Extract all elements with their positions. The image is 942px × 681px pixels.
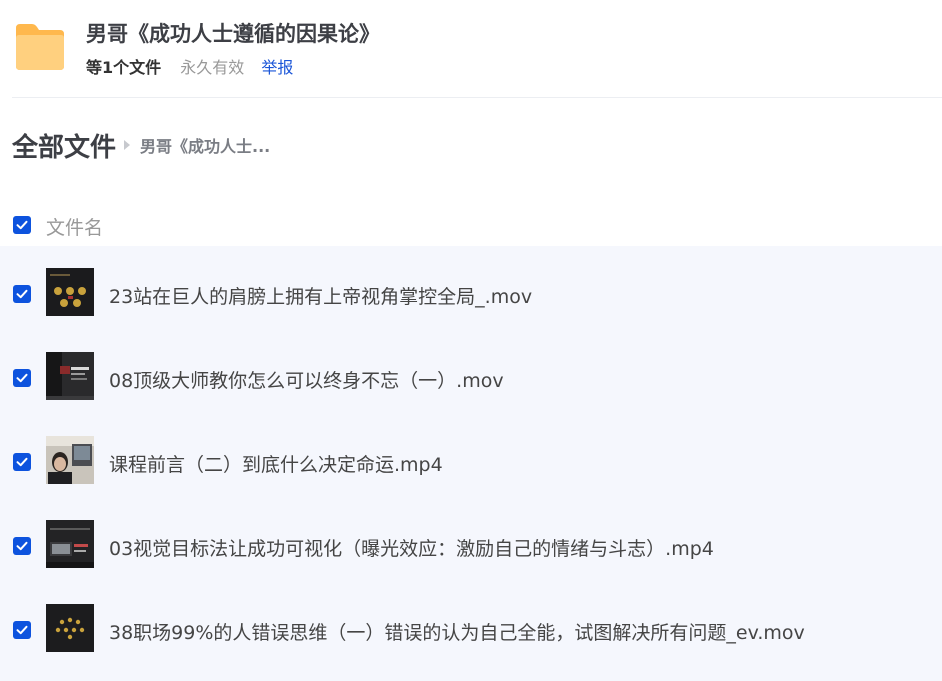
select-all-checkbox[interactable] xyxy=(13,216,31,234)
file-row[interactable]: 08顶级大师教你怎么可以终身不忘（一）.mov xyxy=(0,333,942,417)
check-icon xyxy=(16,457,28,467)
video-thumbnail xyxy=(46,520,94,568)
file-row[interactable]: 课程前言（二）到底什么决定命运.mp4 xyxy=(0,417,942,501)
file-name[interactable]: 03视觉目标法让成功可视化（曝光效应：激励自己的情绪与斗志）.mp4 xyxy=(109,534,714,561)
folder-icon xyxy=(16,24,64,70)
breadcrumb: 全部文件 男哥《成功人士... xyxy=(12,127,271,164)
file-row[interactable]: 03视觉目标法让成功可视化（曝光效应：激励自己的情绪与斗志）.mp4 xyxy=(0,501,942,585)
check-icon xyxy=(16,625,28,635)
check-icon xyxy=(16,289,28,299)
file-name[interactable]: 23站在巨人的肩膀上拥有上帝视角掌控全局_.mov xyxy=(109,282,532,309)
file-row[interactable]: 38职场99%的人错误思维（一）错误的认为自己全能，试图解决所有问题_ev.mo… xyxy=(0,585,942,669)
file-checkbox[interactable] xyxy=(13,369,31,387)
check-icon xyxy=(16,373,28,383)
breadcrumb-current: 男哥《成功人士... xyxy=(140,137,271,156)
list-header: 文件名 xyxy=(0,204,942,246)
file-name[interactable]: 08顶级大师教你怎么可以终身不忘（一）.mov xyxy=(109,366,504,393)
file-checkbox[interactable] xyxy=(13,621,31,639)
video-thumbnail xyxy=(46,352,94,400)
breadcrumb-root[interactable]: 全部文件 xyxy=(12,127,116,164)
file-checkbox[interactable] xyxy=(13,453,31,471)
file-list: 23站在巨人的肩膀上拥有上帝视角掌控全局_.mov 08顶级大师教你怎么可以终身… xyxy=(0,246,942,681)
video-thumbnail xyxy=(46,436,94,484)
validity-label: 永久有效 xyxy=(180,58,245,77)
check-icon xyxy=(16,220,28,230)
share-title: 男哥《成功人士遵循的因果论》 xyxy=(86,22,380,46)
file-name[interactable]: 38职场99%的人错误思维（一）错误的认为自己全能，试图解决所有问题_ev.mo… xyxy=(109,618,805,645)
video-thumbnail xyxy=(46,268,94,316)
video-thumbnail xyxy=(46,604,94,652)
header-divider xyxy=(12,97,942,98)
file-name[interactable]: 课程前言（二）到底什么决定命运.mp4 xyxy=(109,450,443,477)
file-count: 等1个文件 xyxy=(86,58,162,77)
share-meta: 等1个文件 永久有效 举报 xyxy=(86,54,293,78)
breadcrumb-separator-icon xyxy=(124,140,131,150)
file-checkbox[interactable] xyxy=(13,537,31,555)
share-header: 男哥《成功人士遵循的因果论》 等1个文件 永久有效 举报 xyxy=(12,18,942,98)
check-icon xyxy=(16,541,28,551)
file-checkbox[interactable] xyxy=(13,285,31,303)
file-row[interactable]: 23站在巨人的肩膀上拥有上帝视角掌控全局_.mov xyxy=(0,249,942,333)
column-header-name[interactable]: 文件名 xyxy=(46,213,103,240)
report-link[interactable]: 举报 xyxy=(261,58,293,77)
